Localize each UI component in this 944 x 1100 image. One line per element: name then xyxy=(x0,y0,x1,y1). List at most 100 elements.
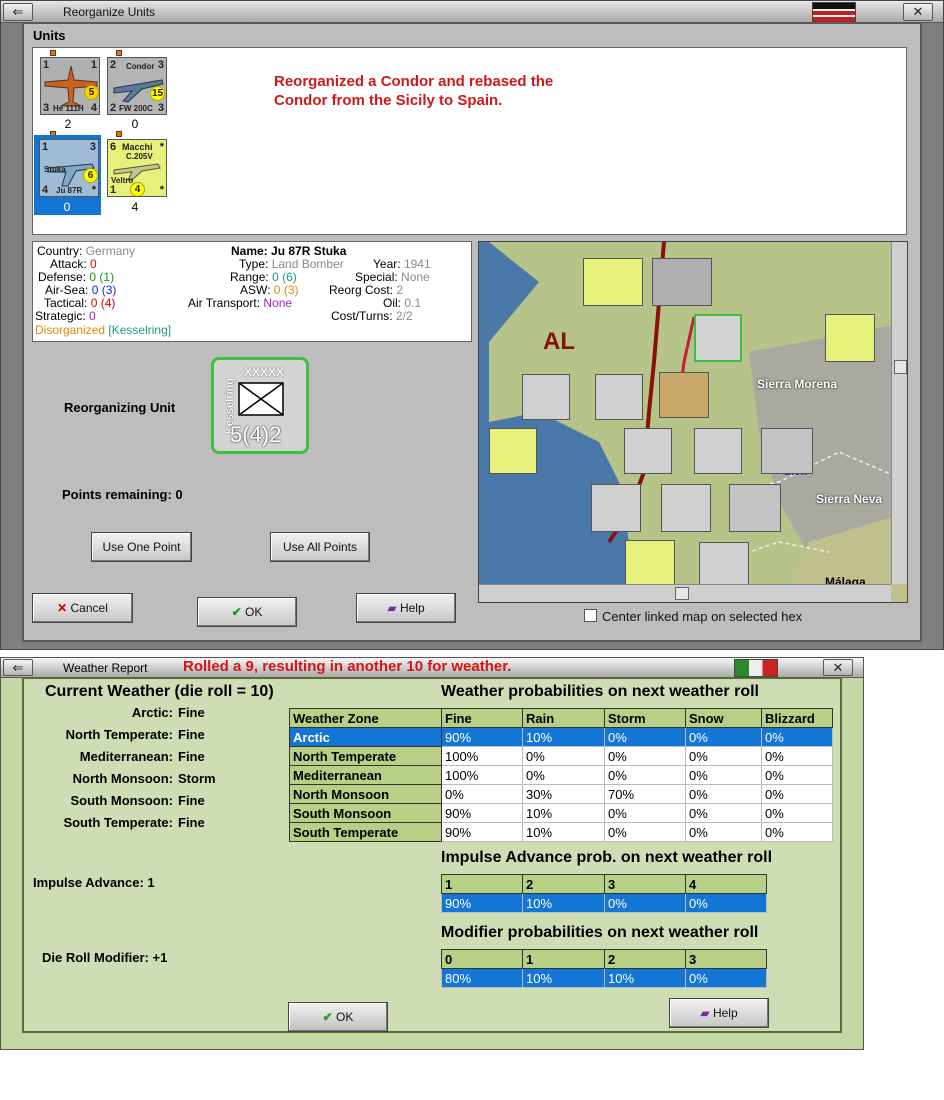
modifier-prob-table: 0 1 2 3 80% 10% 10% 0% xyxy=(441,949,767,988)
center-map-checkbox[interactable] xyxy=(584,609,597,622)
strategic-row: Strategic: 0 xyxy=(35,309,96,323)
impulse-advance: Impulse Advance: 1 xyxy=(33,875,155,890)
map-unit-counter[interactable] xyxy=(625,540,675,588)
table-row[interactable]: Mediterranean 100% 0% 0% 0% 0% xyxy=(289,765,833,785)
close-button[interactable]: ✕ xyxy=(823,659,853,676)
use-all-points-button[interactable]: Use All Points xyxy=(270,532,370,562)
map-unit-counter[interactable] xyxy=(661,484,711,532)
cancel-x-icon: ✕ xyxy=(57,601,68,615)
unit-counter-he111[interactable]: 1 1 3 4 5 He 111H xyxy=(40,57,100,115)
unit-counter-macchi[interactable]: 6 * 1 * 4 Macchi C.205V Veltro xyxy=(107,139,167,197)
status-row: Disorganized [Kesselring] xyxy=(35,323,172,337)
map-unit-counter[interactable] xyxy=(652,258,712,306)
zone-value: Fine xyxy=(178,749,205,764)
map-unit-counter[interactable] xyxy=(699,542,749,588)
map-unit-counter[interactable] xyxy=(595,374,643,420)
map-label-sierra-nevada: Sierra Neva xyxy=(816,492,883,506)
checkmark-icon: ✔ xyxy=(231,605,242,619)
weather-ok-button[interactable]: ✔ OK xyxy=(288,1002,388,1032)
cost-turns-row: Cost/Turns: 2/2 xyxy=(331,309,413,323)
weather-help-button[interactable]: ▰ Help xyxy=(669,998,769,1028)
reorganizing-unit-counter: XXXXX Kesselring 5(4)2 xyxy=(211,357,309,454)
map-country-label: AL xyxy=(543,328,575,355)
weather-prob-title: Weather probabilities on next weather ro… xyxy=(441,683,759,700)
title-bar: ⇐ Weather Report Rolled a 9, resulting i… xyxy=(1,658,863,678)
unit-count: 4 xyxy=(131,200,139,214)
table-row[interactable]: 90% 10% 0% 0% xyxy=(441,893,767,913)
checkmark-icon: ✔ xyxy=(322,1010,333,1024)
window-title: Reorganize Units xyxy=(63,5,156,19)
scroll-thumb[interactable] xyxy=(894,360,907,374)
weather-headline: Rolled a 9, resulting in another 10 for … xyxy=(183,658,512,675)
system-menu-button[interactable]: ⇐ xyxy=(3,659,33,676)
unit-counter-ju87r[interactable]: 1 3 4 * 6 Stuka Ju 87R xyxy=(39,139,99,197)
center-map-label: Center linked map on selected hex xyxy=(602,609,803,624)
unit-count: 0 xyxy=(131,117,139,131)
help-book-icon: ▰ xyxy=(387,601,397,615)
germany-flag-icon xyxy=(812,2,856,24)
zone-value: Fine xyxy=(178,793,205,808)
use-one-point-button[interactable]: Use One Point xyxy=(91,532,192,562)
air-transport-row: Air Transport: None xyxy=(188,296,293,310)
map-unit-counter[interactable] xyxy=(583,258,643,306)
cancel-button[interactable]: ✕ Cancel xyxy=(32,593,133,623)
impulse-prob-title: Impulse Advance prob. on next weather ro… xyxy=(441,849,773,866)
zone-label: North Temperate: xyxy=(65,727,173,742)
map-unit-counter[interactable] xyxy=(591,484,641,532)
map-unit-counter[interactable] xyxy=(659,372,709,418)
table-header: 0 1 2 3 xyxy=(441,949,767,969)
zone-label: North Monsoon: xyxy=(72,771,173,786)
map-unit-counter[interactable] xyxy=(522,374,570,420)
unit-counter-condor[interactable]: 2 3 2 3 15 Condor FW 200C xyxy=(107,57,167,115)
map-label-sierra-morena: Sierra Morena xyxy=(757,377,838,391)
table-row[interactable]: 80% 10% 10% 0% xyxy=(441,968,767,988)
zone-label: South Temperate: xyxy=(63,815,173,830)
table-row[interactable]: Arctic 90% 10% 0% 0% 0% xyxy=(289,727,833,747)
scroll-thumb[interactable] xyxy=(675,587,689,600)
unit-info-panel: Country: Germany Attack: 0 Defense: 0 (1… xyxy=(32,241,472,342)
close-button[interactable]: ✕ xyxy=(903,3,933,21)
table-header: 1 2 3 4 xyxy=(441,874,767,894)
ok-button[interactable]: ✔ OK xyxy=(197,597,297,627)
unit-marker-icon xyxy=(116,131,122,137)
zone-value: Fine xyxy=(178,705,205,720)
map-unit-counter[interactable] xyxy=(489,428,537,474)
zone-label: Arctic: xyxy=(131,705,173,720)
weather-prob-table: Weather Zone Fine Rain Storm Snow Blizza… xyxy=(289,708,833,842)
system-menu-button[interactable]: ⇐ xyxy=(3,3,33,21)
map-unit-counter[interactable] xyxy=(729,484,781,532)
table-row[interactable]: North Monsoon 0% 30% 70% 0% 0% xyxy=(289,784,833,804)
map-unit-counter[interactable] xyxy=(694,428,742,474)
table-row[interactable]: North Temperate 100% 0% 0% 0% 0% xyxy=(289,746,833,766)
window-title: Weather Report xyxy=(63,661,148,675)
zone-value: Fine xyxy=(178,815,205,830)
modifier-prob-title: Modifier probabilities on next weather r… xyxy=(441,924,759,941)
unit-count: 2 xyxy=(64,117,72,131)
linked-map[interactable]: AL Sierra Morena Sierra Neva Málaga uivi… xyxy=(478,241,908,603)
unit-marker-icon xyxy=(50,50,56,56)
map-horizontal-scrollbar[interactable] xyxy=(479,584,891,602)
current-weather-title: Current Weather (die roll = 10) xyxy=(45,683,274,700)
help-button[interactable]: ▰ Help xyxy=(356,593,456,623)
unit-count: 0 xyxy=(63,200,71,214)
unit-marker-icon xyxy=(116,50,122,56)
table-row[interactable]: South Temperate 90% 10% 0% 0% 0% xyxy=(289,822,833,842)
map-vertical-scrollbar[interactable] xyxy=(891,242,907,584)
zone-value: Storm xyxy=(178,771,216,786)
reorganizing-unit-label: Reorganizing Unit xyxy=(64,400,176,415)
zone-value: Fine xyxy=(178,727,205,742)
title-bar: ⇐ Reorganize Units ✕ xyxy=(1,1,943,24)
status-message: Reorganized a Condor and rebased the Con… xyxy=(274,73,554,109)
die-roll-modifier: Die Roll Modifier: +1 xyxy=(42,950,168,965)
zone-label: South Monsoon: xyxy=(70,793,173,808)
table-row[interactable]: South Monsoon 90% 10% 0% 0% 0% xyxy=(289,803,833,823)
zone-label: Mediterranean: xyxy=(79,749,173,764)
help-book-icon: ▰ xyxy=(700,1006,710,1020)
map-unit-counter[interactable] xyxy=(825,314,875,362)
map-hq-counter[interactable] xyxy=(694,314,742,362)
table-header: Weather Zone Fine Rain Storm Snow Blizza… xyxy=(289,708,833,728)
impulse-prob-table: 1 2 3 4 90% 10% 0% 0% xyxy=(441,874,767,913)
map-unit-counter[interactable] xyxy=(761,428,813,474)
units-label: Units xyxy=(33,28,66,43)
map-unit-counter[interactable] xyxy=(624,428,672,474)
